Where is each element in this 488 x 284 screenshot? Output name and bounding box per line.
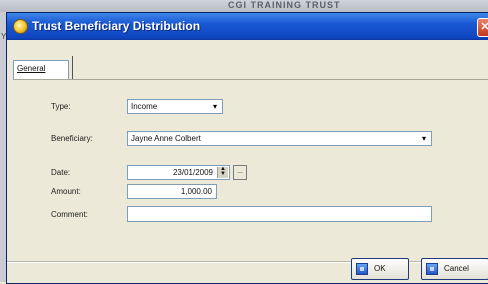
tab-divider [72, 56, 73, 80]
date-field[interactable]: 23/01/2009 ▲ ▼ [127, 165, 230, 180]
tab-strip: General [13, 48, 488, 80]
tab-general[interactable]: General [13, 60, 69, 80]
type-label: Type: [51, 102, 71, 111]
ok-button[interactable]: OK [351, 258, 409, 280]
dialog-title: Trust Beneficiary Distribution [32, 19, 201, 33]
dialog-titlebar[interactable]: Trust Beneficiary Distribution ✕ [7, 13, 488, 40]
date-value: 23/01/2009 [172, 168, 213, 177]
beneficiary-label: Beneficiary: [51, 134, 93, 143]
close-button[interactable]: ✕ [477, 18, 488, 37]
chevron-down-icon[interactable]: ▾ [418, 133, 430, 144]
background-app-text: CGI TRAINING TRUST [228, 0, 341, 10]
amount-field[interactable]: 1,000.00 [127, 184, 217, 199]
cancel-label: Cancel [444, 264, 469, 273]
beneficiary-select[interactable]: Jayne Anne Colbert ▾ [127, 131, 432, 146]
background-app-strip: CGI TRAINING TRUST [0, 0, 488, 12]
general-panel: Type: Income ▾ Beneficiary: Jayne Anne C… [13, 79, 488, 253]
footer-divider [7, 261, 488, 263]
date-picker-button[interactable]: ... [233, 165, 247, 180]
comment-label: Comment: [51, 210, 88, 219]
type-value: Income [131, 102, 158, 111]
beneficiary-value: Jayne Anne Colbert [131, 134, 201, 143]
cancel-button[interactable]: Cancel [421, 258, 488, 280]
comment-field[interactable] [127, 206, 432, 222]
cancel-icon [426, 263, 438, 275]
app-logo-icon [13, 19, 28, 34]
ok-label: OK [374, 264, 386, 273]
amount-label: Amount: [51, 187, 81, 196]
spin-icon[interactable]: ▲ ▼ [217, 166, 228, 178]
type-select[interactable]: Income ▾ [127, 99, 223, 114]
amount-value: 1,000.00 [180, 187, 212, 196]
trust-beneficiary-dialog: Trust Beneficiary Distribution ✕ General… [6, 12, 488, 284]
ok-icon [356, 263, 368, 275]
date-label: Date: [51, 168, 71, 177]
chevron-down-icon[interactable]: ▾ [209, 101, 221, 112]
